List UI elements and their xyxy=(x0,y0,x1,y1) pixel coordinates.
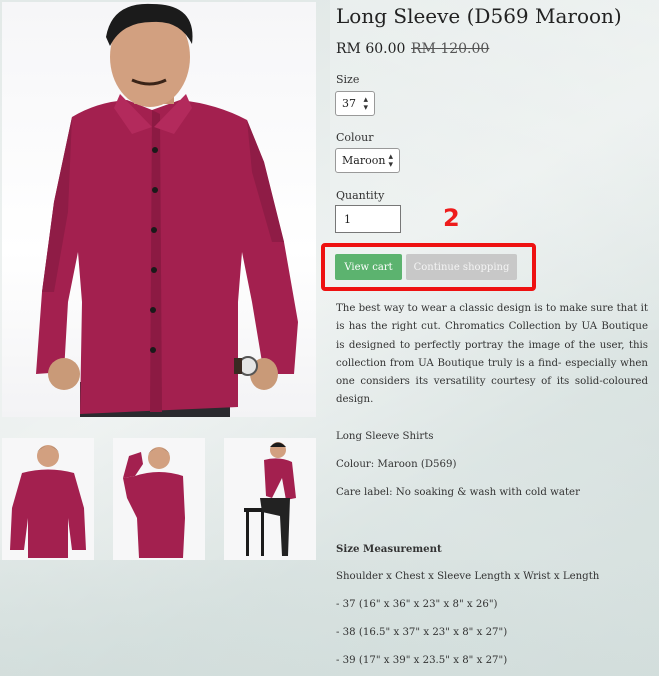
detail-care: Care label: No soaking & wash with cold … xyxy=(336,487,580,498)
size-select-value: 37 xyxy=(342,97,356,110)
original-price: RM 120.00 xyxy=(411,41,490,57)
product-description: The best way to wear a classic design is… xyxy=(336,303,648,406)
size-label: Size xyxy=(336,73,360,86)
thumbnail-3[interactable] xyxy=(224,438,316,560)
detail-category: Long Sleeve Shirts xyxy=(336,431,434,442)
thumbnail-2[interactable] xyxy=(113,438,205,560)
size-select[interactable]: 37 ▴ ▾ xyxy=(335,91,375,116)
size-row: - 37 (16" x 36" x 23" x 8" x 26") xyxy=(336,599,498,610)
main-product-image[interactable] xyxy=(2,2,316,417)
colour-label: Colour xyxy=(336,131,374,144)
quantity-input[interactable]: 1 xyxy=(335,205,401,233)
size-row: - 38 (16.5" x 37" x 23" x 8" x 27") xyxy=(336,627,508,638)
product-title: Long Sleeve (D569 Maroon) xyxy=(336,4,622,28)
select-arrows-icon: ▴ ▾ xyxy=(388,151,393,170)
colour-select-value: Maroon xyxy=(342,154,386,167)
current-price: RM 60.00 xyxy=(336,41,406,57)
quantity-label: Quantity xyxy=(336,189,385,202)
thumbnail-1[interactable] xyxy=(2,438,94,560)
annotation-number: 2 xyxy=(443,204,460,232)
colour-select[interactable]: Maroon ▴ ▾ xyxy=(335,148,400,173)
continue-shopping-button[interactable]: Continue shopping xyxy=(406,254,517,280)
view-cart-button[interactable]: View cart xyxy=(335,254,402,280)
detail-colour: Colour: Maroon (D569) xyxy=(336,459,457,470)
size-measurement-heading: Size Measurement xyxy=(336,543,442,555)
size-row: - 39 (17" x 39" x 23.5" x 8" x 27") xyxy=(336,655,508,666)
select-arrows-icon: ▴ ▾ xyxy=(363,94,368,113)
size-measurement-format: Shoulder x Chest x Sleeve Length x Wrist… xyxy=(336,571,600,582)
